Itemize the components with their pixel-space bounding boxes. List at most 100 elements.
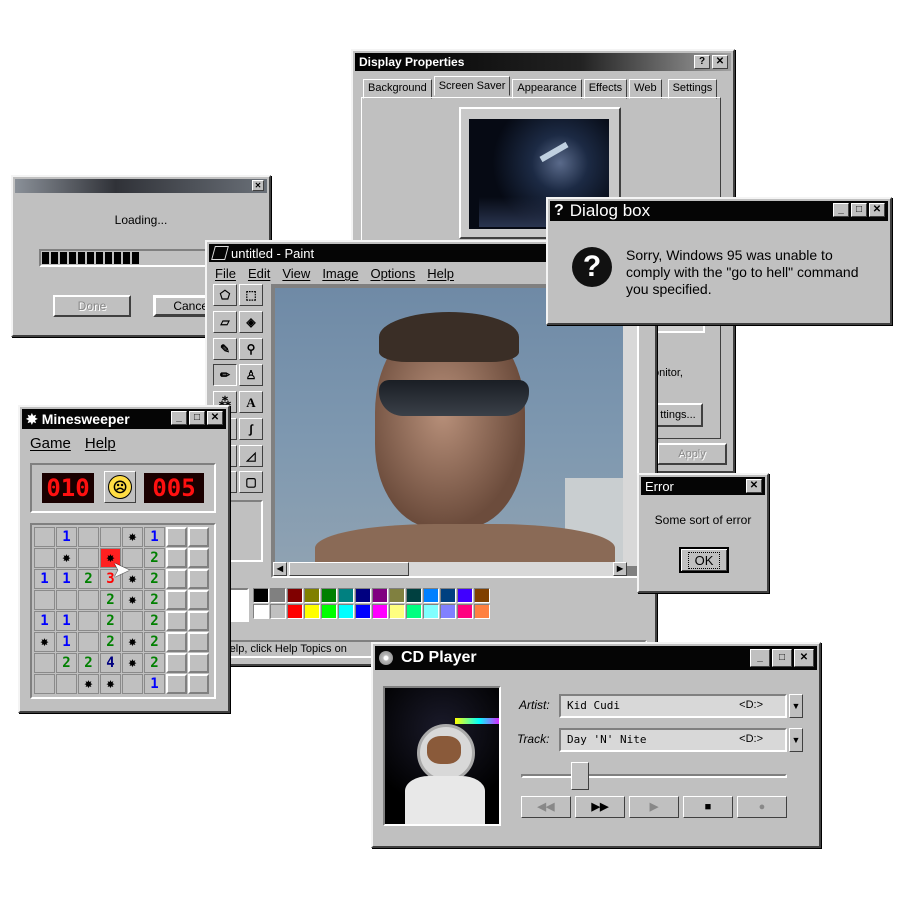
eraser-icon[interactable]: ▱: [213, 310, 237, 333]
dialog-titlebar[interactable]: ? Dialog box _ □ ✕: [550, 201, 888, 221]
mine-cell[interactable]: ✸: [56, 548, 77, 568]
menu-edit[interactable]: Edit: [248, 266, 270, 281]
palette-swatch[interactable]: [321, 604, 337, 619]
grid-cell[interactable]: 1: [144, 527, 165, 547]
scroll-left-icon[interactable]: ◀: [273, 562, 287, 576]
close-button[interactable]: ✕: [252, 180, 264, 191]
track-select[interactable]: Day 'N' Nite <D:>: [559, 728, 787, 752]
grid-cell[interactable]: 2: [144, 590, 165, 610]
grid-cell[interactable]: [188, 632, 209, 652]
tab-web[interactable]: Web: [629, 79, 662, 99]
maximize-button[interactable]: □: [772, 649, 792, 667]
fill-icon[interactable]: ◈: [239, 310, 263, 333]
grid-cell[interactable]: 2: [78, 569, 99, 589]
palette-swatch[interactable]: [423, 604, 439, 619]
track-dropdown-icon[interactable]: ▼: [789, 728, 803, 752]
energy-settings-button[interactable]: ttings...: [653, 403, 703, 427]
palette-swatch[interactable]: [457, 604, 473, 619]
grid-cell[interactable]: [166, 569, 187, 589]
grid-cell[interactable]: [188, 653, 209, 673]
position-slider-thumb[interactable]: [570, 762, 589, 790]
grid-cell[interactable]: [34, 653, 55, 673]
grid-cell[interactable]: [78, 632, 99, 652]
grid-cell[interactable]: [78, 611, 99, 631]
palette-swatch[interactable]: [304, 588, 320, 603]
grid-cell[interactable]: 1: [34, 569, 55, 589]
brush-icon[interactable]: ♙: [239, 364, 263, 387]
grid-cell[interactable]: 2: [144, 548, 165, 568]
menu-file[interactable]: File: [215, 266, 236, 281]
grid-cell[interactable]: [188, 590, 209, 610]
loading-titlebar[interactable]: ✕: [15, 179, 267, 193]
grid-cell[interactable]: 2: [100, 632, 121, 652]
minimize-button[interactable]: _: [750, 649, 770, 667]
grid-cell[interactable]: [78, 590, 99, 610]
error-titlebar[interactable]: Error ✕: [641, 477, 765, 495]
grid-cell[interactable]: 1: [144, 674, 165, 694]
artist-select[interactable]: Kid Cudi <D:>: [559, 694, 787, 718]
smiley-face-button[interactable]: ☹: [104, 471, 136, 503]
grid-cell[interactable]: 2: [100, 611, 121, 631]
grid-cell[interactable]: 1: [34, 611, 55, 631]
display-properties-titlebar[interactable]: Display Properties ? ✕: [355, 53, 731, 71]
free-select-icon[interactable]: ⬠: [213, 284, 237, 306]
apply-button[interactable]: Apply: [657, 443, 727, 465]
scroll-thumb[interactable]: [289, 562, 409, 576]
grid-cell[interactable]: [78, 548, 99, 568]
mine-cell[interactable]: ✸: [122, 653, 143, 673]
grid-cell[interactable]: [166, 674, 187, 694]
scroll-right-icon[interactable]: ▶: [613, 562, 627, 576]
grid-cell[interactable]: [78, 527, 99, 547]
grid-cell[interactable]: 1: [56, 527, 77, 547]
palette-swatch[interactable]: [287, 588, 303, 603]
grid-cell[interactable]: [122, 611, 143, 631]
grid-cell[interactable]: [166, 611, 187, 631]
close-button[interactable]: ✕: [794, 649, 814, 667]
palette-swatch[interactable]: [338, 588, 354, 603]
grid-cell[interactable]: [188, 548, 209, 568]
palette-swatch[interactable]: [474, 588, 490, 603]
palette-swatch[interactable]: [253, 604, 269, 619]
grid-cell[interactable]: 1: [56, 611, 77, 631]
ok-button[interactable]: OK: [679, 547, 729, 573]
rounded-rect-icon[interactable]: ▢: [239, 471, 263, 494]
menu-game[interactable]: Game: [30, 435, 71, 452]
menu-options[interactable]: Options: [370, 266, 415, 281]
menu-help[interactable]: Help: [427, 266, 454, 281]
palette-swatch[interactable]: [406, 604, 422, 619]
palette-swatch[interactable]: [457, 588, 473, 603]
close-button[interactable]: ✕: [207, 411, 223, 425]
grid-cell[interactable]: [166, 632, 187, 652]
minesweeper-titlebar[interactable]: ✸ Minesweeper _ □ ✕: [22, 409, 226, 429]
grid-cell[interactable]: 4: [100, 653, 121, 673]
mine-cell[interactable]: ✸: [122, 632, 143, 652]
grid-cell[interactable]: [188, 674, 209, 694]
palette-swatch[interactable]: [304, 604, 320, 619]
palette-swatch[interactable]: [287, 604, 303, 619]
stop-button[interactable]: ■: [683, 796, 733, 818]
mine-cell[interactable]: ✸: [78, 674, 99, 694]
text-icon[interactable]: A: [239, 391, 263, 413]
palette-swatch[interactable]: [321, 588, 337, 603]
menu-view[interactable]: View: [282, 266, 310, 281]
grid-cell[interactable]: 2: [144, 653, 165, 673]
artist-dropdown-icon[interactable]: ▼: [789, 694, 803, 718]
palette-swatch[interactable]: [372, 588, 388, 603]
close-button[interactable]: ✕: [746, 479, 762, 493]
pencil-icon[interactable]: ✏: [213, 364, 237, 387]
mine-cell[interactable]: ✸: [100, 674, 121, 694]
grid-cell[interactable]: [166, 527, 187, 547]
close-button[interactable]: ✕: [712, 55, 728, 69]
record-button[interactable]: ●: [737, 796, 787, 818]
grid-cell[interactable]: 2: [144, 632, 165, 652]
grid-cell[interactable]: 2: [56, 653, 77, 673]
grid-cell[interactable]: [34, 674, 55, 694]
help-button[interactable]: ?: [694, 55, 710, 69]
grid-cell[interactable]: [166, 590, 187, 610]
close-button[interactable]: ✕: [869, 203, 885, 217]
tab-screen-saver[interactable]: Screen Saver: [433, 76, 511, 96]
mine-cell[interactable]: ✸: [34, 632, 55, 652]
grid-cell[interactable]: 2: [100, 590, 121, 610]
grid-cell[interactable]: 2: [78, 653, 99, 673]
palette-swatch[interactable]: [389, 604, 405, 619]
